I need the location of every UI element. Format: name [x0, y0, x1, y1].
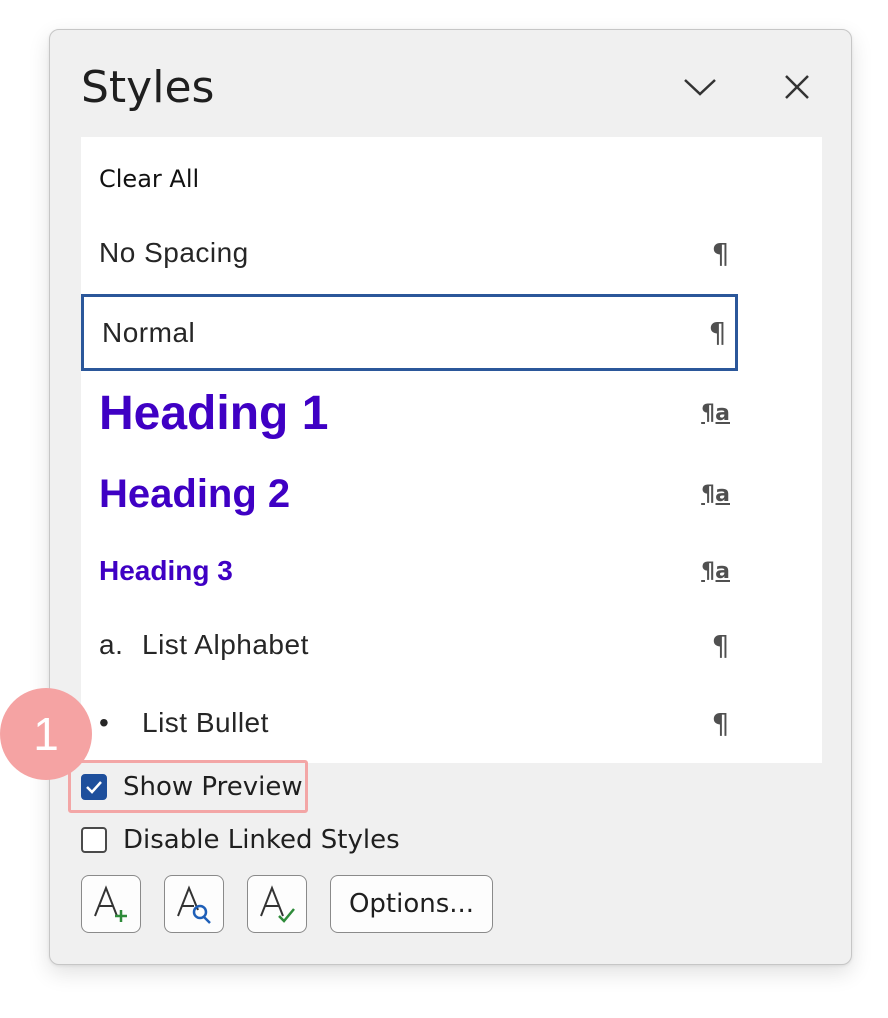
list-prefix: •	[99, 707, 110, 738]
style-label: Heading 3	[99, 555, 233, 586]
style-normal[interactable]: Normal ¶	[81, 294, 738, 371]
style-heading-1[interactable]: Heading 1 ¶a	[81, 377, 738, 449]
paragraph-style-icon: ¶	[711, 236, 730, 270]
styles-list[interactable]: Clear All No Spacing ¶ Normal ¶ Heading …	[81, 137, 822, 763]
new-style-button[interactable]	[81, 875, 141, 933]
style-label: Clear All	[99, 165, 200, 193]
disable-linked-styles-label: Disable Linked Styles	[123, 825, 400, 855]
callout-number-badge: 1	[0, 688, 92, 780]
style-label: List Alphabet	[142, 629, 309, 660]
options-button[interactable]: Options...	[330, 875, 493, 933]
style-label: No Spacing	[99, 237, 249, 268]
style-no-spacing[interactable]: No Spacing ¶	[81, 225, 738, 281]
close-icon	[785, 75, 809, 99]
new-style-icon	[94, 885, 127, 922]
style-label: List Bullet	[142, 707, 269, 738]
list-prefix: a.	[99, 629, 124, 660]
style-label: Heading 1	[99, 386, 329, 440]
style-label: Heading 2	[99, 471, 291, 516]
manage-styles-icon	[260, 885, 295, 923]
styles-pane: Styles Clear All No Spacing ¶ Normal ¶ H…	[49, 29, 852, 965]
close-button[interactable]	[772, 62, 822, 112]
pane-options-button[interactable]	[675, 62, 725, 112]
paragraph-style-icon: ¶	[711, 628, 730, 662]
style-list-bullet[interactable]: • List Bullet ¶	[81, 693, 738, 753]
disable-linked-styles-checkbox[interactable]: Disable Linked Styles	[81, 825, 400, 855]
pane-title: Styles	[81, 62, 215, 113]
callout-highlight-box	[68, 760, 308, 813]
linked-style-icon: ¶a	[701, 558, 730, 584]
checkbox-unchecked[interactable]	[81, 827, 107, 853]
manage-styles-button[interactable]	[247, 875, 307, 933]
style-heading-2[interactable]: Heading 2 ¶a	[81, 459, 738, 529]
linked-style-icon: ¶a	[701, 481, 730, 507]
style-clear-all[interactable]: Clear All	[81, 151, 738, 207]
style-heading-3[interactable]: Heading 3 ¶a	[81, 540, 738, 602]
paragraph-style-icon: ¶	[708, 316, 727, 349]
style-inspector-button[interactable]	[164, 875, 224, 933]
chevron-down-icon	[684, 79, 716, 96]
style-label: Normal	[102, 316, 196, 348]
linked-style-icon: ¶a	[701, 400, 730, 426]
style-inspector-icon	[177, 885, 211, 924]
paragraph-style-icon: ¶	[711, 706, 730, 740]
style-list-alphabet[interactable]: a. List Alphabet ¶	[81, 615, 738, 675]
